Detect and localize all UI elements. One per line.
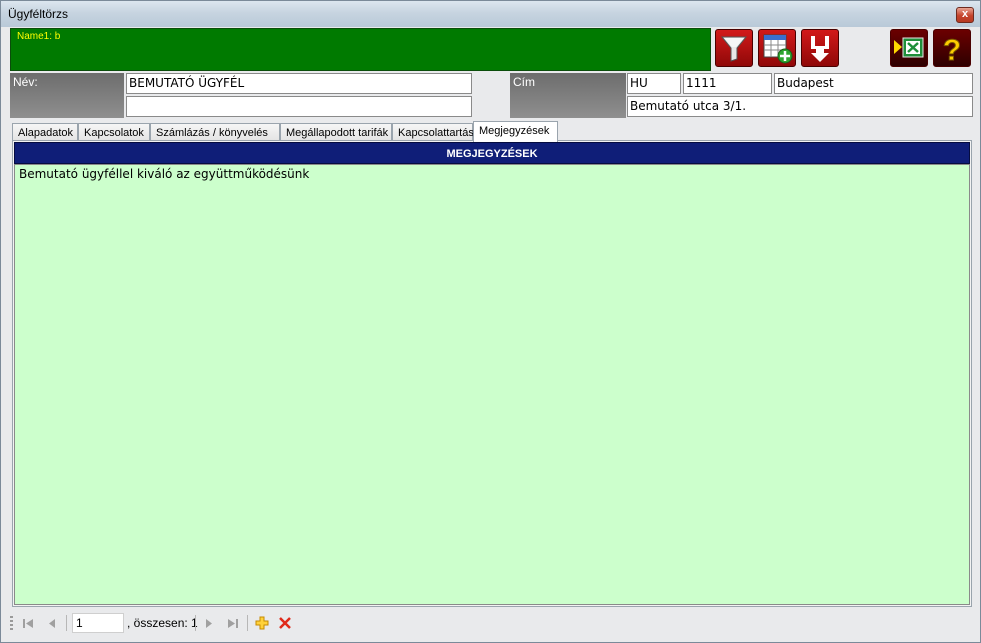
help-button[interactable]: ? xyxy=(933,29,971,67)
tab-tarifak[interactable]: Megállapodott tarifák xyxy=(280,123,392,141)
title-bar: Ügyféltörzs x xyxy=(1,1,980,27)
notes-textarea[interactable]: Bemutató ügyféllel kiváló az együttműköd… xyxy=(14,164,970,605)
previous-record-icon[interactable] xyxy=(44,615,60,631)
first-record-icon[interactable] xyxy=(20,615,36,631)
notes-text: Bemutató ügyféllel kiváló az együttműköd… xyxy=(19,167,310,181)
record-navigator: 1 , összesen: 1 xyxy=(10,612,972,634)
filter-icon xyxy=(720,36,748,62)
next-record-icon[interactable] xyxy=(201,615,217,631)
address-label: Cím xyxy=(510,73,626,118)
tab-alapadatok[interactable]: Alapadatok xyxy=(12,123,78,141)
separator xyxy=(66,615,67,631)
city-field[interactable]: Budapest xyxy=(774,73,973,94)
separator xyxy=(247,615,248,631)
notes-header: MEGJEGYZÉSEK xyxy=(14,142,970,164)
page-number-input[interactable]: 1 xyxy=(72,613,124,633)
close-button[interactable]: x xyxy=(956,7,974,23)
total-count: , összesen: 1 xyxy=(127,616,198,630)
save-arrow-icon xyxy=(811,36,829,62)
delete-icon[interactable] xyxy=(277,615,293,631)
tab-kapcsolattartas[interactable]: Kapcsolattartás xyxy=(392,123,474,141)
tab-megjegyzesek[interactable]: Megjegyzések xyxy=(473,121,558,142)
add-icon[interactable] xyxy=(254,615,270,631)
help-icon: ? xyxy=(942,34,961,67)
add-record-button[interactable] xyxy=(758,29,796,67)
excel-export-icon xyxy=(894,37,924,58)
save-button[interactable] xyxy=(801,29,839,67)
record-name-label: Name1: b xyxy=(17,31,61,42)
street-field[interactable]: Bemutató utca 3/1. xyxy=(627,96,973,117)
zip-field[interactable]: 1111 xyxy=(683,73,772,94)
tab-kapcsolatok[interactable]: Kapcsolatok xyxy=(78,123,150,141)
name-label: Név: xyxy=(10,73,124,118)
tab-szamlazas[interactable]: Számlázás / könyvelés xyxy=(150,123,280,141)
add-table-icon xyxy=(763,34,793,64)
last-record-icon[interactable] xyxy=(225,615,241,631)
name-field[interactable]: BEMUTATÓ ÜGYFÉL xyxy=(126,73,472,94)
filter-button[interactable] xyxy=(715,29,753,67)
help-glyph: ? xyxy=(943,34,961,66)
window-title: Ügyféltörzs xyxy=(8,7,69,21)
country-field[interactable]: HU xyxy=(627,73,681,94)
record-name-bar: Name1: b xyxy=(10,28,711,71)
separator xyxy=(195,615,196,631)
name2-field[interactable] xyxy=(126,96,472,117)
grip-handle xyxy=(10,616,13,630)
export-excel-button[interactable] xyxy=(890,29,928,67)
customer-window: Ügyféltörzs x Name1: b ? Név: BEMUTATÓ Ü… xyxy=(0,0,981,643)
